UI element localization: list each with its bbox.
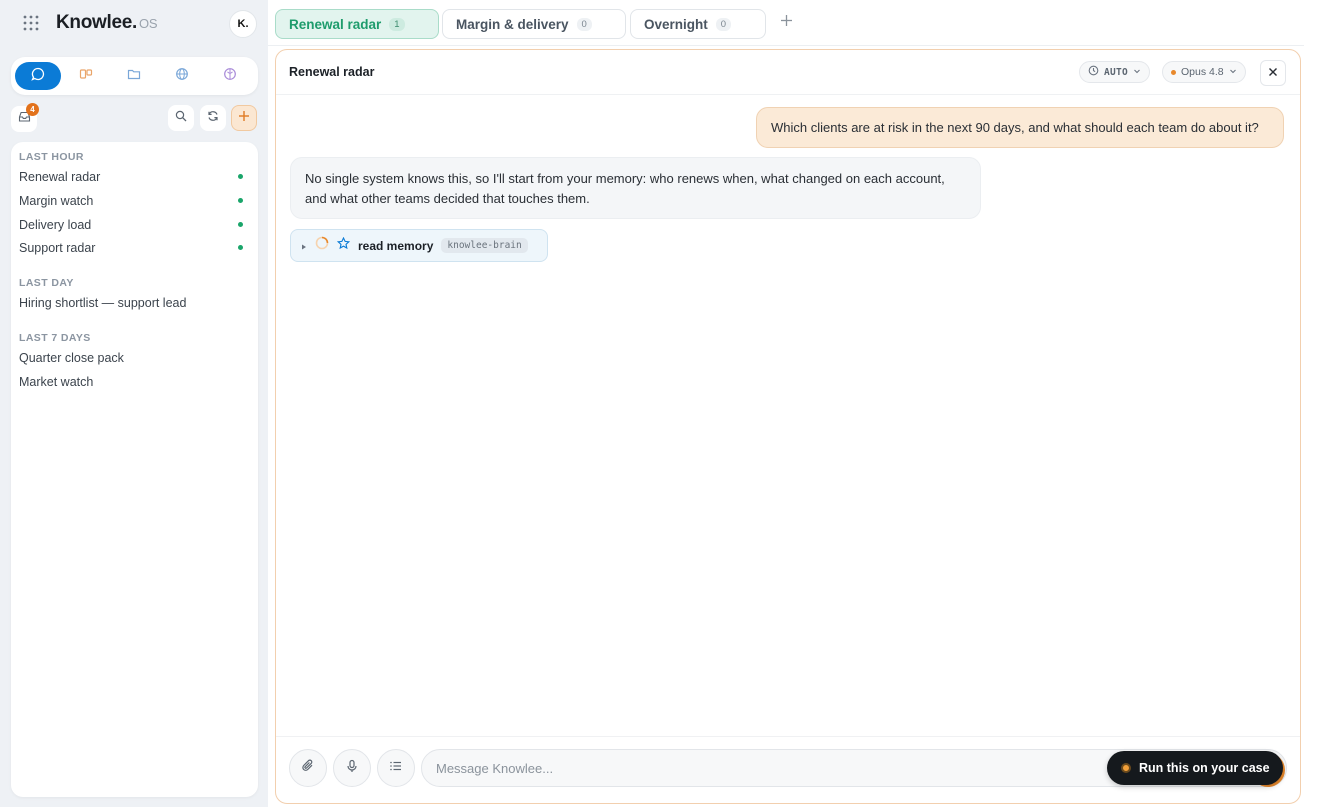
loading-spinner-icon <box>315 236 329 255</box>
plus-icon <box>780 14 793 32</box>
list-button[interactable] <box>377 749 415 787</box>
brand-dot: . <box>132 12 138 33</box>
cta-label: Run this on your case <box>1139 761 1270 775</box>
search-icon <box>175 109 187 127</box>
plus-icon <box>238 109 250 127</box>
voice-button[interactable] <box>333 749 371 787</box>
tool-source-tag: knowlee-brain <box>441 238 528 253</box>
model-status-dot <box>1171 69 1176 75</box>
sidebar: Knowlee. OS K. 4 LAST HOUR Renewal radar… <box>0 0 268 807</box>
add-tab-button[interactable] <box>776 13 796 33</box>
avatar[interactable]: K. <box>229 10 257 38</box>
tab-count: 0 <box>715 17 732 31</box>
paperclip-icon <box>301 758 316 778</box>
history-item-label: Renewal radar <box>19 170 101 184</box>
tab-renewal-radar[interactable]: Renewal radar 1 <box>275 9 439 39</box>
live-status-dot <box>238 198 243 203</box>
history-item-label: Quarter close pack <box>19 351 124 365</box>
mode-switcher <box>11 57 258 95</box>
tool-name: read memory <box>358 238 434 253</box>
tab-bar: Renewal radar 1 Margin & delivery 0 Over… <box>268 0 1304 46</box>
tab-label: Renewal radar <box>289 16 382 32</box>
history-item-label: Delivery load <box>19 218 92 232</box>
record-dot-icon <box>1121 763 1131 773</box>
run-on-your-case-button[interactable]: Run this on your case <box>1107 751 1283 785</box>
live-status-dot <box>238 245 243 250</box>
assistant-message: No single system knows this, so I'll sta… <box>290 157 981 219</box>
search-button[interactable] <box>168 105 194 131</box>
history-item-delivery-load[interactable]: Delivery load <box>19 215 249 235</box>
close-panel-button[interactable] <box>1260 60 1286 86</box>
history-item-quarter-close[interactable]: Quarter close pack <box>19 348 249 368</box>
history-item-margin-watch[interactable]: Margin watch <box>19 191 249 211</box>
chevron-down-icon <box>1133 66 1141 78</box>
brand-name: Knowlee <box>56 12 133 33</box>
panel-title: Renewal radar <box>289 65 375 79</box>
live-status-dot <box>238 174 243 179</box>
tab-margin-delivery[interactable]: Margin & delivery 0 <box>442 9 626 39</box>
new-chat-button[interactable] <box>231 105 257 131</box>
history-item-label: Support radar <box>19 241 96 255</box>
mode-brain-button[interactable] <box>207 62 253 90</box>
chat-icon <box>31 67 45 86</box>
model-selector[interactable]: Opus 4.8 <box>1162 61 1246 83</box>
brand-logo: Knowlee. OS <box>56 12 158 34</box>
tab-count: 0 <box>576 17 592 31</box>
panel-header: Renewal radar AUTO Opus 4.8 <box>276 50 1300 95</box>
close-icon <box>1268 64 1278 82</box>
refresh-icon <box>207 109 219 127</box>
history-item-support-radar[interactable]: Support radar <box>19 238 249 258</box>
model-value: Opus 4.8 <box>1181 66 1224 78</box>
sidebar-actions: 4 <box>11 103 258 132</box>
tab-count: 1 <box>389 17 405 31</box>
history-section-title: LAST DAY <box>19 277 74 289</box>
globe-icon <box>175 67 189 86</box>
attach-button[interactable] <box>289 749 327 787</box>
history-item-renewal-radar[interactable]: Renewal radar <box>19 167 249 187</box>
refresh-button[interactable] <box>200 105 226 131</box>
history-item-label: Margin watch <box>19 194 94 208</box>
board-icon <box>79 67 93 86</box>
main-area: Renewal radar 1 Margin & delivery 0 Over… <box>268 0 1320 807</box>
conversation-panel: Renewal radar AUTO Opus 4.8 Which client… <box>275 49 1301 804</box>
list-icon <box>389 759 403 778</box>
apps-grid-icon[interactable] <box>22 14 40 32</box>
history-section-title: LAST 7 DAYS <box>19 332 91 344</box>
mode-value: AUTO <box>1104 66 1129 78</box>
folder-icon <box>127 67 141 86</box>
star-icon <box>336 236 351 255</box>
clock-icon <box>1088 65 1099 79</box>
chat-history: LAST HOUR Renewal radar Margin watch Del… <box>11 142 258 797</box>
mode-files-button[interactable] <box>111 62 157 90</box>
history-item-label: Hiring shortlist — support lead <box>19 296 187 310</box>
mode-board-button[interactable] <box>63 62 109 90</box>
history-item-market-watch[interactable]: Market watch <box>19 372 249 392</box>
tab-label: Overnight <box>644 16 708 32</box>
user-message: Which clients are at risk in the next 90… <box>756 107 1284 148</box>
microphone-icon <box>345 759 359 778</box>
history-section-title: LAST HOUR <box>19 151 84 163</box>
chevron-down-icon <box>1229 66 1237 78</box>
history-item-hiring-shortlist[interactable]: Hiring shortlist — support lead <box>19 293 249 313</box>
history-item-label: Market watch <box>19 375 94 389</box>
live-status-dot <box>238 222 243 227</box>
mode-selector[interactable]: AUTO <box>1079 61 1151 83</box>
tool-call-card[interactable]: read memory knowlee-brain <box>290 229 548 262</box>
inbox-button[interactable]: 4 <box>11 103 39 132</box>
brand-os: OS <box>139 16 158 31</box>
expand-caret-icon <box>301 237 307 255</box>
brain-icon <box>223 67 237 86</box>
sidebar-header: Knowlee. OS K. <box>0 0 268 46</box>
inbox-badge: 4 <box>26 103 39 116</box>
tab-label: Margin & delivery <box>456 16 569 32</box>
mode-web-button[interactable] <box>159 62 205 90</box>
mode-chat-button[interactable] <box>15 62 61 90</box>
tab-overnight[interactable]: Overnight 0 <box>630 9 766 39</box>
